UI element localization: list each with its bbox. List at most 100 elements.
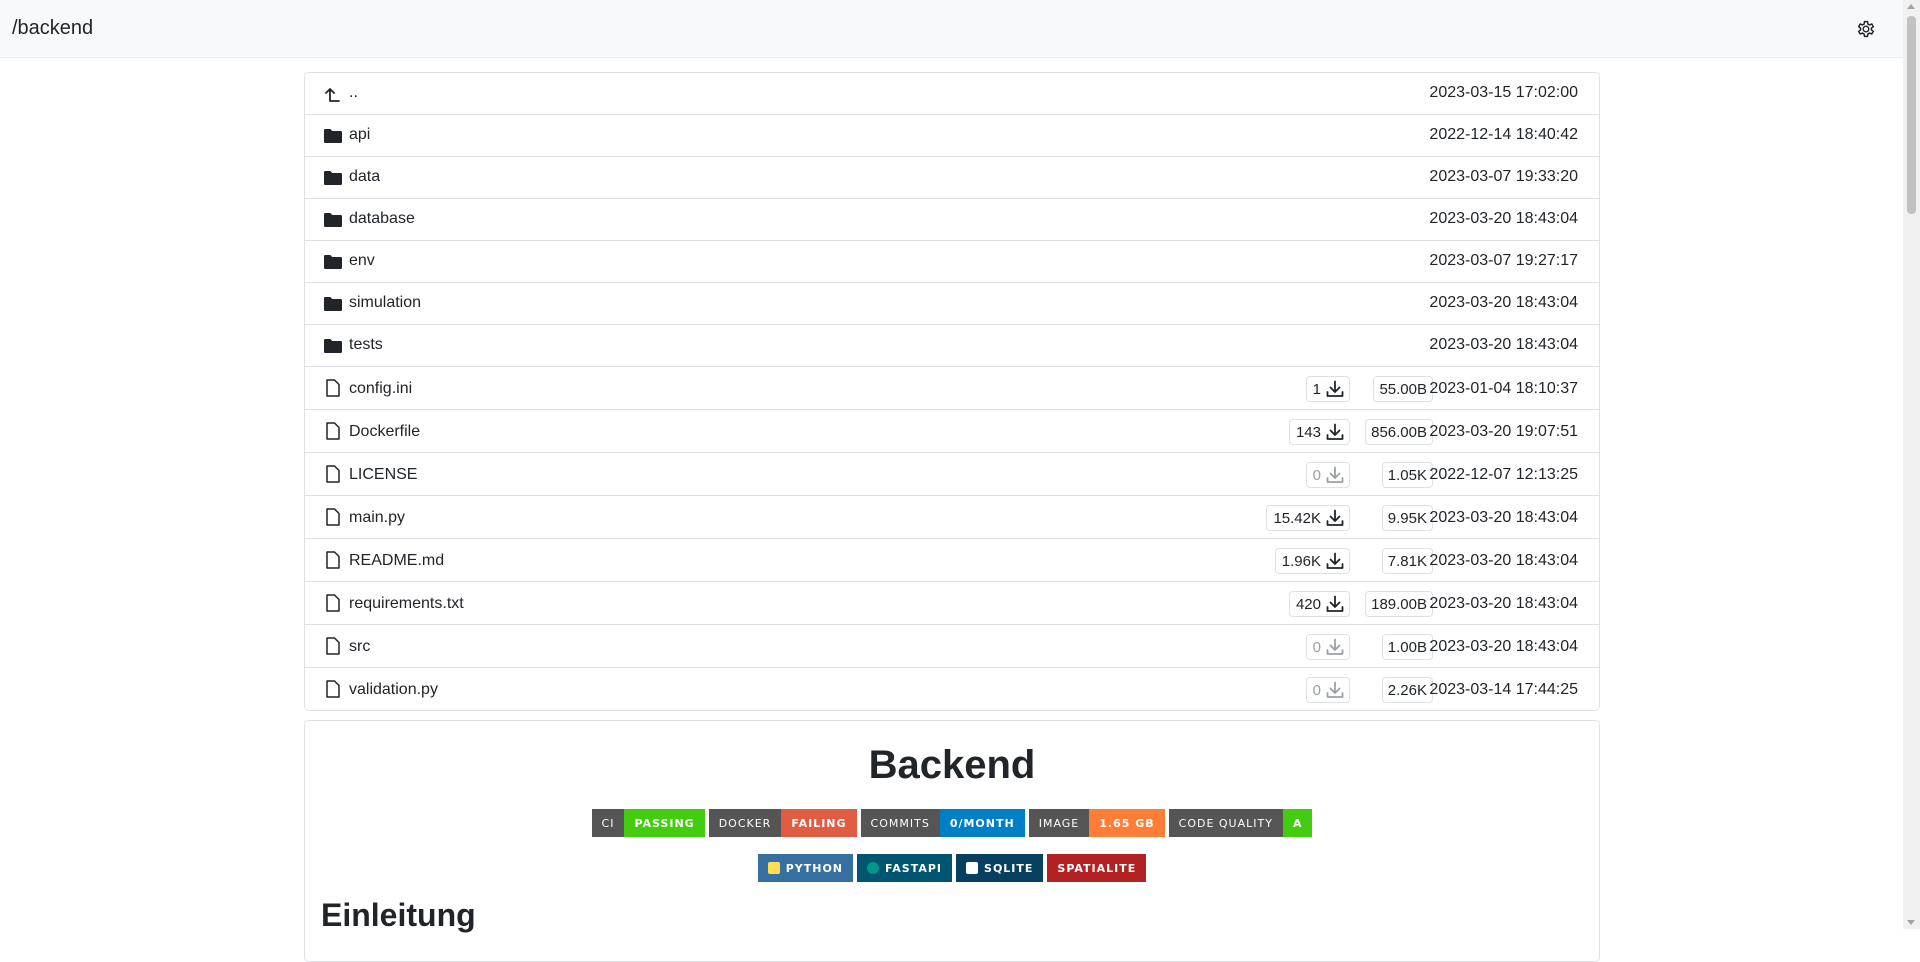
fastapi-logo-icon: [867, 862, 879, 874]
download-count: 1.96K: [1281, 552, 1321, 570]
modified-date: 2023-03-20 18:43:04: [1429, 336, 1578, 353]
modified-date: 2023-01-04 18:10:37: [1429, 380, 1578, 397]
scroll-thumb[interactable]: [1907, 16, 1916, 214]
file-row[interactable]: Dockerfile 856.00B 143 2023-03-20 19:07:51: [305, 410, 1599, 453]
download-button[interactable]: 15.42K: [1266, 505, 1350, 531]
file-name[interactable]: Dockerfile: [349, 423, 420, 441]
file-name[interactable]: validation.py: [349, 681, 438, 699]
file-row[interactable]: main.py 9.95K 15.42K 2023-03-20 18:43:04: [305, 496, 1599, 539]
download-button[interactable]: 420: [1288, 591, 1350, 617]
modified-date: 2023-03-07 19:27:17: [1429, 252, 1578, 269]
badge-label: CODE QUALITY: [1168, 809, 1283, 837]
file-size-badge: 2.26K: [1381, 677, 1433, 703]
badge-python[interactable]: PYTHON: [757, 854, 853, 882]
badge-ci[interactable]: CI PASSING: [591, 809, 705, 837]
folder-row[interactable]: simulation 2023-03-20 18:43:04: [305, 283, 1599, 325]
gear-icon[interactable]: [1855, 18, 1877, 40]
file-row[interactable]: validation.py 2.26K 0 2023-03-14 17:44:25: [305, 668, 1599, 710]
modified-date: 2023-03-15 17:02:00: [1429, 84, 1578, 101]
download-button[interactable]: 1.96K: [1274, 548, 1350, 574]
download-icon: [1326, 423, 1344, 440]
file-name[interactable]: src: [349, 638, 370, 656]
download-icon: [1326, 509, 1344, 526]
file-icon: [326, 551, 340, 569]
modified-date: 2023-03-20 18:43:04: [1429, 294, 1578, 311]
download-icon: [1326, 681, 1344, 698]
folder-icon: [324, 129, 342, 143]
badge-label: SPATIALITE: [1047, 854, 1147, 882]
folder-icon: [324, 213, 342, 227]
folder-icon: [324, 255, 342, 269]
file-icon: [326, 680, 340, 698]
badge-label: CI: [591, 809, 625, 837]
scroll-up-arrow-icon[interactable]: [1907, 4, 1915, 9]
download-button[interactable]: 1: [1305, 376, 1350, 402]
download-button[interactable]: 0: [1305, 634, 1350, 660]
download-count: 0: [1312, 681, 1321, 699]
badge-sqlite[interactable]: SQLITE: [956, 854, 1044, 882]
badge-label: PYTHON: [757, 854, 853, 882]
folder-icon: [324, 297, 342, 311]
folder-name[interactable]: data: [349, 168, 380, 186]
download-count: 0: [1312, 638, 1321, 656]
badge-label: IMAGE: [1028, 809, 1090, 837]
tech-badges: PYTHON FASTAPI SQLITE SPATIALITE: [305, 854, 1599, 882]
badge-fastapi[interactable]: FASTAPI: [857, 854, 953, 882]
file-row[interactable]: requirements.txt 189.00B 420 2023-03-20 18:…: [305, 582, 1599, 625]
file-row[interactable]: config.ini 55.00B 1 2023-01-04 18:10:37: [305, 367, 1599, 410]
vertical-scrollbar[interactable]: [1903, 0, 1920, 929]
folder-icon: [324, 339, 342, 353]
file-row[interactable]: LICENSE 1.05K 0 2022-12-07 12:13:25: [305, 453, 1599, 496]
file-listing: .. 2023-03-15 17:02:00 api 2022-12-14 18:40…: [304, 72, 1600, 711]
folder-row[interactable]: env 2023-03-07 19:27:17: [305, 241, 1599, 283]
file-name[interactable]: config.ini: [349, 380, 412, 398]
python-logo-icon: [767, 862, 780, 874]
folder-name[interactable]: tests: [349, 336, 383, 354]
file-name[interactable]: README.md: [349, 552, 444, 570]
download-icon: [1326, 380, 1344, 397]
badge-label: COMMITS: [860, 809, 940, 837]
file-row[interactable]: src 1.00B 0 2023-03-20 18:43:04: [305, 625, 1599, 668]
file-name[interactable]: requirements.txt: [349, 595, 464, 613]
folder-name[interactable]: simulation: [349, 294, 421, 312]
parent-directory-link[interactable]: ..: [349, 84, 358, 102]
badge-label: DOCKER: [708, 809, 782, 837]
modified-date: 2023-03-20 18:43:04: [1429, 210, 1578, 227]
file-icon: [326, 508, 340, 526]
badge-image[interactable]: IMAGE 1.65 GB: [1028, 809, 1165, 837]
badge-commits[interactable]: COMMITS 0/MONTH: [860, 809, 1025, 837]
folder-name[interactable]: database: [349, 210, 415, 228]
download-button[interactable]: 0: [1305, 677, 1350, 703]
folder-row[interactable]: api 2022-12-14 18:40:42: [305, 115, 1599, 157]
badge-code-quality[interactable]: CODE QUALITY A: [1168, 809, 1313, 837]
sqlite-logo-icon: [966, 862, 979, 874]
folder-name[interactable]: env: [349, 252, 375, 270]
modified-date: 2023-03-07 19:33:20: [1429, 168, 1578, 185]
folder-name[interactable]: api: [349, 126, 370, 144]
section-heading: Einleitung: [321, 897, 476, 933]
file-row[interactable]: README.md 7.81K 1.96K 2023-03-20 18:43:04: [305, 539, 1599, 582]
modified-date: 2022-12-14 18:40:42: [1429, 126, 1578, 143]
badge-label: SQLITE: [956, 854, 1044, 882]
badge-value: FAILING: [781, 809, 857, 837]
folder-row[interactable]: data 2023-03-07 19:33:20: [305, 157, 1599, 199]
folder-row[interactable]: database 2023-03-20 18:43:04: [305, 199, 1599, 241]
badge-docker[interactable]: DOCKER FAILING: [708, 809, 857, 837]
parent-directory-row[interactable]: .. 2023-03-15 17:02:00: [305, 73, 1599, 115]
badge-value: PASSING: [624, 809, 705, 837]
file-name[interactable]: main.py: [349, 509, 405, 527]
readme-title: Backend: [868, 743, 1036, 787]
folder-row[interactable]: tests 2023-03-20 18:43:04: [305, 325, 1599, 367]
file-size-badge: 189.00B: [1365, 591, 1433, 617]
arrow-up-left-icon: [325, 88, 340, 102]
download-button[interactable]: 0: [1305, 462, 1350, 488]
download-icon: [1326, 552, 1344, 569]
file-size-badge: 7.81K: [1381, 548, 1433, 574]
modified-date: 2023-03-20 18:43:04: [1429, 552, 1578, 569]
download-button[interactable]: 143: [1288, 419, 1350, 445]
file-name[interactable]: LICENSE: [349, 466, 417, 484]
scroll-down-arrow-icon[interactable]: [1907, 920, 1915, 925]
download-count: 0: [1312, 466, 1321, 484]
status-badges: CI PASSING DOCKER FAILING COMMITS 0/MONTH IMAG…: [305, 809, 1599, 837]
badge-spatialite[interactable]: SPATIALITE: [1047, 854, 1147, 882]
